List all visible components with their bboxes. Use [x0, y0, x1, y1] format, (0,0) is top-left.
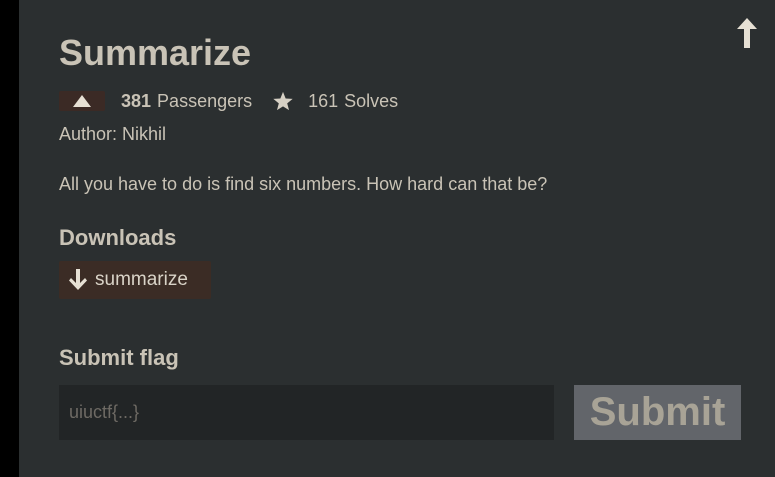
download-summarize-button[interactable]: summarize — [59, 261, 211, 299]
challenge-stats: 381 Passengers 161 Solves — [59, 89, 398, 113]
left-edge-bar — [0, 0, 19, 477]
submit-button[interactable]: Submit — [574, 385, 741, 440]
passengers-label: Passengers — [157, 90, 253, 111]
challenge-title: Summarize — [59, 32, 252, 73]
upvote-button[interactable] — [59, 91, 105, 111]
submit-flag-heading: Submit flag — [59, 345, 179, 370]
download-label: summarize — [95, 269, 188, 290]
arrow-up-icon[interactable] — [735, 16, 759, 50]
flag-input[interactable] — [59, 385, 554, 440]
triangle-up-icon — [73, 95, 91, 107]
passengers-count: 381 — [121, 90, 152, 111]
solves-label: Solves — [344, 90, 399, 111]
arrow-down-icon — [69, 268, 87, 292]
star-icon — [272, 91, 294, 112]
challenge-description: All you have to do is find six numbers. … — [59, 174, 548, 194]
downloads-heading: Downloads — [59, 225, 177, 250]
challenge-author: Author: Nikhil — [59, 124, 167, 144]
solves-count: 161 — [308, 90, 339, 111]
